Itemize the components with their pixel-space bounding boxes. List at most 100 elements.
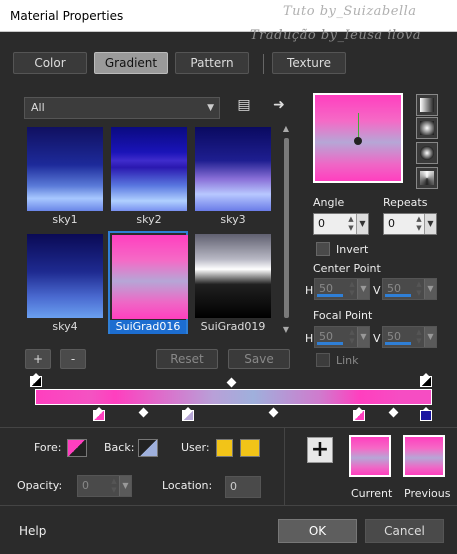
chevron-down-icon[interactable]: ▼ — [424, 279, 436, 299]
remove-preset-button[interactable]: - — [60, 349, 86, 369]
scroll-thumb[interactable] — [284, 138, 289, 318]
focal-v-input[interactable]: 50 ▲ ▼ ▼ — [382, 326, 437, 348]
user-color-swatch-2[interactable] — [240, 439, 260, 457]
center-point-handle[interactable] — [354, 137, 362, 145]
window-title: Material Properties — [10, 9, 124, 23]
style-radial-button[interactable] — [416, 142, 438, 164]
chevron-down-icon[interactable]: ▼ — [119, 476, 131, 496]
chevron-down-icon: ▼ — [207, 103, 214, 113]
gallery-item-sky1[interactable]: sky1 — [24, 124, 104, 227]
tab-gradient[interactable]: Gradient — [94, 52, 168, 74]
previous-material-swatch[interactable] — [403, 435, 445, 477]
chevron-down-icon[interactable]: ▼ — [424, 327, 436, 347]
rectangular-gradient-icon — [420, 121, 434, 135]
user-label: User: — [181, 441, 210, 454]
color-stop-4[interactable] — [420, 407, 432, 421]
spinner-arrows-icon[interactable]: ▲ ▼ — [109, 477, 119, 495]
gradient-preview[interactable] — [313, 93, 403, 183]
category-value: All — [31, 101, 45, 114]
swatch-image — [195, 234, 271, 318]
tab-pattern[interactable]: Pattern — [175, 52, 249, 74]
add-preset-button[interactable]: + — [25, 349, 51, 369]
spinner-arrows-icon[interactable]: ▲ ▼ — [347, 328, 357, 346]
swatch-image — [111, 127, 187, 211]
cancel-button[interactable]: Cancel — [365, 519, 444, 543]
linear-gradient-icon — [420, 98, 434, 112]
link-checkbox[interactable] — [316, 353, 330, 367]
gallery-item-sky2[interactable]: sky2 — [108, 124, 188, 227]
spinner-arrows-icon[interactable]: ▲ ▼ — [347, 280, 357, 298]
color-stop-2[interactable] — [182, 407, 194, 421]
gallery-scrollbar[interactable]: ▲ ▼ — [281, 124, 291, 334]
opacity-input[interactable]: 0 ▲ ▼ ▼ — [77, 475, 132, 497]
arrow-right-icon[interactable]: ➜ — [271, 97, 287, 113]
marker-body — [30, 376, 42, 387]
fore-color-swatch[interactable] — [67, 439, 87, 457]
current-material-swatch[interactable] — [349, 435, 391, 477]
category-select[interactable]: All ▼ — [24, 97, 220, 119]
location-input[interactable]: 0 — [225, 476, 261, 498]
swatch-label: sky4 — [52, 320, 78, 333]
repeats-value: 0 — [388, 217, 395, 230]
spinner-arrows-icon[interactable]: ▲ ▼ — [414, 328, 424, 346]
style-rectangular-button[interactable] — [416, 117, 438, 139]
swatch-label: sky1 — [52, 213, 78, 226]
user-color-swatch[interactable] — [216, 439, 233, 457]
add-swatch-button[interactable]: + — [307, 437, 333, 463]
gallery-item-sky4[interactable]: sky4 — [24, 231, 104, 334]
spinner-arrows-icon[interactable]: ▲ ▼ — [414, 280, 424, 298]
center-h-label: H — [305, 284, 314, 297]
scroll-up-icon[interactable]: ▲ — [281, 124, 291, 133]
save-preset-button[interactable]: Save — [228, 349, 290, 369]
invert-label: Invert — [336, 243, 369, 256]
tab-color[interactable]: Color — [13, 52, 87, 74]
chevron-down-icon[interactable]: ▼ — [357, 327, 369, 347]
back-color-swatch[interactable] — [138, 439, 158, 457]
chevron-down-icon[interactable]: ▼ — [424, 214, 436, 234]
opacity-label: Opacity: — [17, 479, 63, 492]
spinner-arrows-icon[interactable]: ▲ ▼ — [414, 215, 424, 233]
help-link[interactable]: Help — [19, 524, 46, 538]
angle-input[interactable]: 0 ▲ ▼ ▼ — [313, 213, 369, 235]
swatch-label: sky3 — [220, 213, 246, 226]
value-bar — [385, 342, 411, 345]
link-label: Link — [336, 354, 359, 367]
style-sunburst-button[interactable] — [416, 167, 438, 189]
marker-body — [420, 376, 432, 387]
marker-body — [353, 410, 365, 421]
preset-menu-icon[interactable]: ▤ — [236, 97, 252, 113]
gallery-item-suigrad016[interactable]: SuiGrad016 — [108, 231, 188, 334]
color-midpoint-3[interactable] — [388, 407, 399, 418]
fore-label: Fore: — [34, 441, 62, 454]
tab-texture[interactable]: Texture — [272, 52, 346, 74]
color-stop-1[interactable] — [93, 407, 105, 421]
previous-label: Previous — [404, 487, 451, 500]
opacity-stop-left[interactable] — [30, 373, 42, 387]
chevron-down-icon[interactable]: ▼ — [357, 279, 369, 299]
ok-button[interactable]: OK — [278, 519, 357, 543]
spinner-arrows-icon[interactable]: ▲ ▼ — [346, 215, 356, 233]
focal-h-input[interactable]: 50 ▲ ▼ ▼ — [314, 326, 370, 348]
chevron-down-icon[interactable]: ▼ — [356, 214, 368, 234]
style-linear-button[interactable] — [416, 94, 438, 116]
invert-checkbox[interactable] — [316, 242, 330, 256]
gallery-item-suigrad019[interactable]: SuiGrad019 — [192, 231, 272, 334]
opacity-stop-right[interactable] — [420, 373, 432, 387]
center-v-input[interactable]: 50 ▲ ▼ ▼ — [382, 278, 437, 300]
gradient-gallery: sky1 sky2 sky3 sky4 SuiGrad016 SuiGrad01… — [24, 124, 276, 334]
color-midpoint-1[interactable] — [138, 407, 149, 418]
footer-divider — [0, 505, 457, 506]
scroll-down-icon[interactable]: ▼ — [281, 325, 291, 334]
color-midpoint-2[interactable] — [268, 407, 279, 418]
repeats-label: Repeats — [383, 196, 428, 209]
opacity-midpoint[interactable] — [226, 377, 237, 388]
color-stop-3[interactable] — [353, 407, 365, 421]
tab-separator — [263, 54, 264, 74]
location-value: 0 — [230, 480, 237, 493]
reset-button[interactable]: Reset — [156, 349, 218, 369]
center-h-input[interactable]: 50 ▲ ▼ ▼ — [314, 278, 370, 300]
gallery-item-sky3[interactable]: sky3 — [192, 124, 272, 227]
radial-gradient-icon — [420, 146, 434, 160]
repeats-input[interactable]: 0 ▲ ▼ ▼ — [383, 213, 437, 235]
gradient-editor-bar[interactable] — [35, 389, 432, 405]
